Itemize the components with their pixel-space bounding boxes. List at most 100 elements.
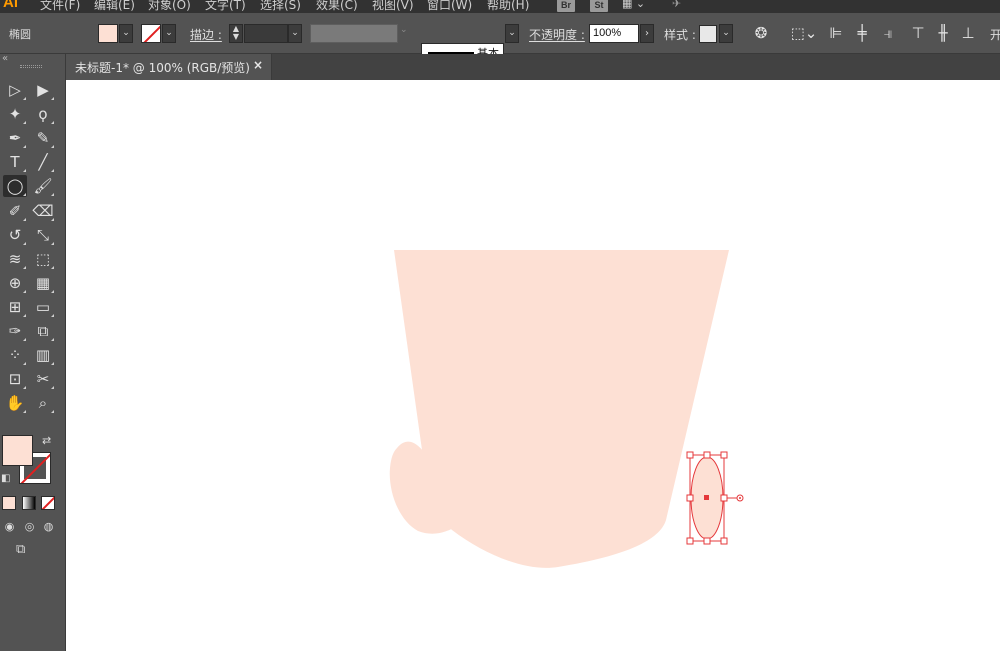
align-top-icon[interactable]: ⊤: [908, 24, 928, 43]
shaper-tool[interactable]: ✐: [3, 200, 27, 222]
workspace-layout-icon[interactable]: ▦ ⌄: [622, 0, 645, 10]
menu-view[interactable]: 视图(V): [372, 0, 414, 13]
blend-tool[interactable]: ⧉: [31, 320, 55, 342]
menu-select[interactable]: 选择(S): [260, 0, 301, 13]
shaper-icon: ✐: [8, 201, 22, 220]
gradient-mode-button[interactable]: [22, 496, 36, 510]
align-horizontal-center-icon[interactable]: ╪: [852, 24, 872, 43]
opacity-label[interactable]: 不透明度 :: [529, 26, 585, 43]
lasso-tool[interactable]: ϙ: [31, 103, 55, 125]
selection-icon: ▷: [9, 81, 21, 99]
mesh-tool[interactable]: ⊞: [3, 296, 27, 318]
tool-group-indicator: [51, 169, 54, 173]
eraser-tool[interactable]: ⌫: [31, 200, 55, 222]
tools-panel: « ▷ ▶ ✦ ϙ ✒ ✎ T ╱ ◯ 🖌 ✐ ⌫ ↺ ⤡ ≋ ⬚ ⊕ ▦ ⊞ ▭ ✑ ⧉ ⁘ ▥ ⊡ ✂ ✋ ⌕ ⇄ ◧ ◉ ◎ ◍ ⧉: [0, 53, 66, 651]
rotate-icon: ↺: [8, 225, 22, 244]
curvature-tool[interactable]: ✎: [31, 127, 55, 149]
free-transform-tool[interactable]: ⬚: [31, 248, 55, 270]
face-shape[interactable]: [394, 250, 729, 568]
menu-file[interactable]: 文件(F): [40, 0, 80, 13]
line-tool[interactable]: ╱: [31, 151, 55, 173]
stock-button[interactable]: St: [590, 0, 608, 12]
fill-color-swatch[interactable]: [98, 24, 118, 43]
width-tool[interactable]: ≋: [3, 248, 27, 270]
opacity-arrow-icon[interactable]: ›: [640, 24, 654, 43]
stroke-label[interactable]: 描边 :: [190, 26, 222, 43]
pen-icon: ✒: [8, 129, 22, 148]
fill-color-box[interactable]: [2, 435, 33, 466]
type-tool[interactable]: T: [3, 151, 27, 173]
selected-ellipse[interactable]: [686, 451, 744, 545]
draw-normal-icon[interactable]: ◉: [3, 520, 16, 533]
align-to-icon[interactable]: ⬚⌄: [790, 24, 818, 43]
tool-group-indicator: [51, 193, 54, 197]
menu-window[interactable]: 窗口(W): [427, 0, 472, 13]
align-right-icon[interactable]: ⫣: [878, 24, 898, 43]
document-tab[interactable]: 未标题-1* @ 100% (RGB/预览) ×: [66, 54, 272, 80]
align-left-icon[interactable]: ⊫: [826, 24, 846, 43]
width-icon: ≋: [8, 249, 22, 268]
hand-tool[interactable]: ✋: [3, 392, 27, 414]
menu-object[interactable]: 对象(O): [148, 0, 191, 13]
eyedropper-tool[interactable]: ✑: [3, 320, 27, 342]
menu-type[interactable]: 文字(T): [205, 0, 246, 13]
draw-behind-icon[interactable]: ◎: [23, 520, 36, 533]
tool-group-indicator: [23, 217, 26, 221]
ellipse-tool[interactable]: ◯: [3, 175, 27, 198]
symbol-sprayer-tool[interactable]: ⁘: [3, 344, 27, 366]
artboard-tool[interactable]: ⊡: [3, 368, 27, 390]
stroke-dropdown-chevron-icon[interactable]: ⌄: [162, 24, 176, 43]
scale-tool[interactable]: ⤡: [31, 224, 55, 246]
bridge-button[interactable]: Br: [557, 0, 575, 12]
swap-fill-stroke-icon[interactable]: ⇄: [42, 434, 51, 447]
gpu-performance-icon[interactable]: ✈: [672, 0, 681, 10]
shape-builder-tool[interactable]: ⊕: [3, 272, 27, 294]
menu-edit[interactable]: 编辑(E): [94, 0, 135, 13]
variable-width-profile[interactable]: [310, 24, 398, 43]
slice-tool[interactable]: ✂: [31, 368, 55, 390]
align-vertical-center-icon[interactable]: ╫: [933, 24, 953, 43]
zoom-tool[interactable]: ⌕: [31, 392, 55, 414]
recolor-artwork-icon[interactable]: ❂: [751, 24, 771, 43]
pen-tool[interactable]: ✒: [3, 127, 27, 149]
screen-mode-icon[interactable]: ⧉: [16, 542, 40, 558]
style-chevron-icon[interactable]: ⌄: [719, 24, 733, 43]
transform-label-truncated[interactable]: 开: [990, 26, 1000, 43]
close-tab-icon[interactable]: ×: [253, 58, 263, 72]
graphic-style-swatch[interactable]: [699, 25, 717, 43]
color-mode-button[interactable]: [2, 496, 16, 510]
tool-group-indicator: [23, 289, 26, 293]
panel-collapse-icon[interactable]: «: [2, 53, 8, 64]
stroke-weight-stepper[interactable]: ▲ ▼: [229, 24, 243, 43]
brush-chevron-icon[interactable]: ⌄: [505, 24, 519, 43]
magic-wand-tool[interactable]: ✦: [3, 103, 27, 125]
direct-selection-tool[interactable]: ▶: [31, 79, 55, 101]
perspective-grid-tool[interactable]: ▦: [31, 272, 55, 294]
curvature-icon: ✎: [36, 129, 50, 148]
opacity-input[interactable]: 100%: [589, 24, 639, 43]
variable-width-chevron-icon[interactable]: ⌄: [400, 25, 408, 35]
artboard-canvas[interactable]: [66, 80, 1000, 651]
panel-grip[interactable]: [20, 65, 42, 68]
none-mode-button[interactable]: [41, 496, 55, 510]
menu-help[interactable]: 帮助(H): [487, 0, 529, 13]
stroke-weight-chevron-icon[interactable]: ⌄: [288, 24, 302, 43]
stroke-weight-input[interactable]: [244, 24, 288, 43]
illustrator-window: Ai 文件(F) 编辑(E) 对象(O) 文字(T) 选择(S) 效果(C) 视…: [0, 0, 1000, 651]
rotate-tool[interactable]: ↺: [3, 224, 27, 246]
default-fill-stroke-icon[interactable]: ◧: [1, 473, 10, 484]
tool-group-indicator: [23, 386, 26, 390]
fill-dropdown-chevron-icon[interactable]: ⌄: [119, 24, 133, 43]
selection-tool[interactable]: ▷: [3, 79, 27, 101]
paintbrush-tool[interactable]: 🖌: [31, 175, 55, 197]
document-tab-title: 未标题-1* @ 100% (RGB/预览): [75, 61, 250, 75]
menu-effect[interactable]: 效果(C): [316, 0, 358, 13]
tool-group-indicator: [23, 193, 26, 197]
document-tab-bar: 未标题-1* @ 100% (RGB/预览) ×: [66, 54, 1000, 80]
draw-inside-icon[interactable]: ◍: [42, 520, 55, 533]
stroke-color-swatch[interactable]: [141, 24, 161, 43]
gradient-tool[interactable]: ▭: [31, 296, 55, 318]
column-graph-tool[interactable]: ▥: [31, 344, 55, 366]
tool-group-indicator: [51, 313, 54, 317]
align-bottom-icon[interactable]: ⊥: [958, 24, 978, 43]
